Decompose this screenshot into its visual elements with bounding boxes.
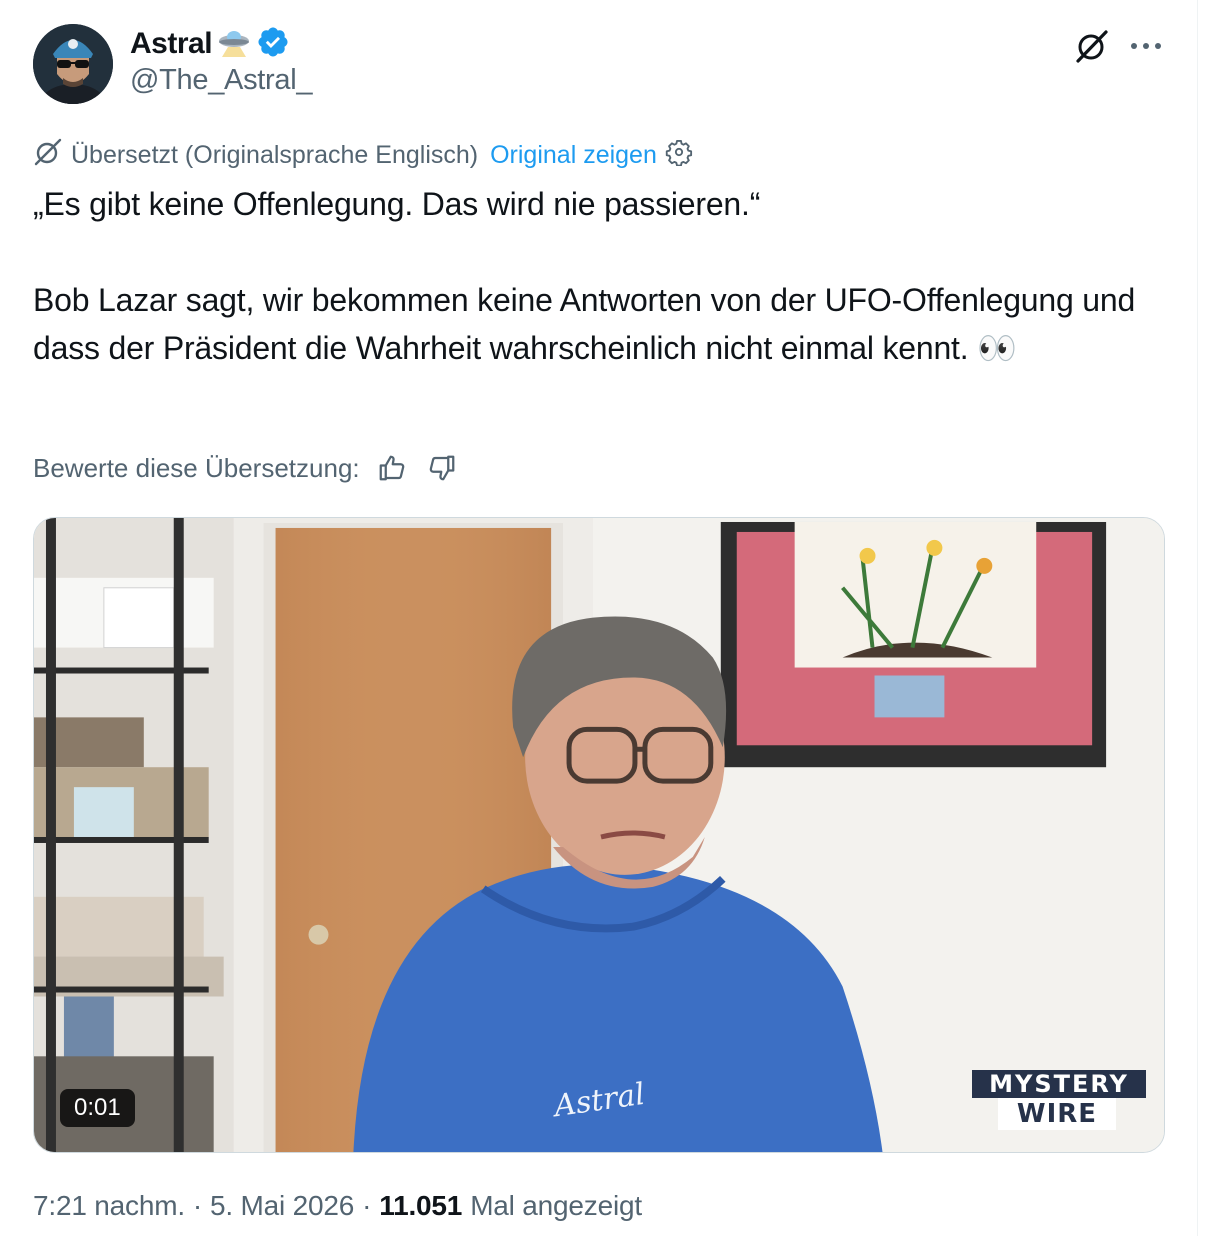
thumbs-up-icon (379, 455, 404, 481)
tweet-date-link[interactable]: 5. Mai 2026 (210, 1190, 354, 1222)
translation-info: Übersetzt (Originalsprache Englisch) Ori… (33, 138, 693, 172)
translation-label: Übersetzt (Originalsprache Englisch) (71, 140, 479, 169)
more-icon (1131, 43, 1161, 49)
view-count: 11.051 (379, 1190, 463, 1221)
video-player[interactable]: 0:01 Astral MYSTERY WIRE (33, 517, 1165, 1153)
thumbs-down-button[interactable] (424, 450, 460, 486)
grok-button[interactable] (1072, 26, 1112, 66)
ufo-emoji (218, 27, 250, 62)
more-button[interactable] (1124, 26, 1168, 66)
video-frame (34, 518, 1164, 1152)
view-count-label: Mal angezeigt (470, 1190, 642, 1221)
mystery-wire-logo-top: MYSTERY (972, 1070, 1146, 1098)
rate-translation: Bewerte diese Übersetzung: (33, 450, 460, 486)
avatar[interactable] (33, 24, 113, 104)
tweet-card: Astral @The_Astral_ Übersetzt (Originals… (0, 0, 1198, 1236)
mystery-wire-logo: MYSTERY WIRE (972, 1070, 1146, 1132)
author-name[interactable]: Astral (130, 27, 213, 61)
video-timer: 0:01 (60, 1089, 135, 1127)
author-handle[interactable]: @The_Astral_ (130, 64, 313, 97)
tweet-meta: 7:21 nachm. · 5. Mai 2026 · 11.051 Mal a… (33, 1186, 642, 1226)
verified-badge-icon[interactable] (256, 25, 290, 64)
avatar-image (33, 24, 113, 104)
tweet-time-link[interactable]: 7:21 nachm. (33, 1190, 185, 1222)
meta-separator-2: · (362, 1190, 372, 1221)
thumbs-up-button[interactable] (374, 450, 410, 486)
tweet-text: „Es gibt keine Offenlegung. Das wird nie… (33, 186, 1136, 366)
author-name-row[interactable]: Astral (130, 24, 290, 64)
meta-separator: · (192, 1190, 203, 1221)
gear-icon[interactable] (665, 138, 693, 173)
grok-icon (1076, 30, 1108, 63)
mystery-wire-logo-bottom: WIRE (998, 1098, 1116, 1130)
show-original-link[interactable]: Original zeigen (490, 141, 657, 170)
rate-translation-label: Bewerte diese Übersetzung: (33, 452, 360, 483)
grok-translate-icon (33, 137, 63, 174)
thumbs-down-icon (429, 455, 454, 481)
